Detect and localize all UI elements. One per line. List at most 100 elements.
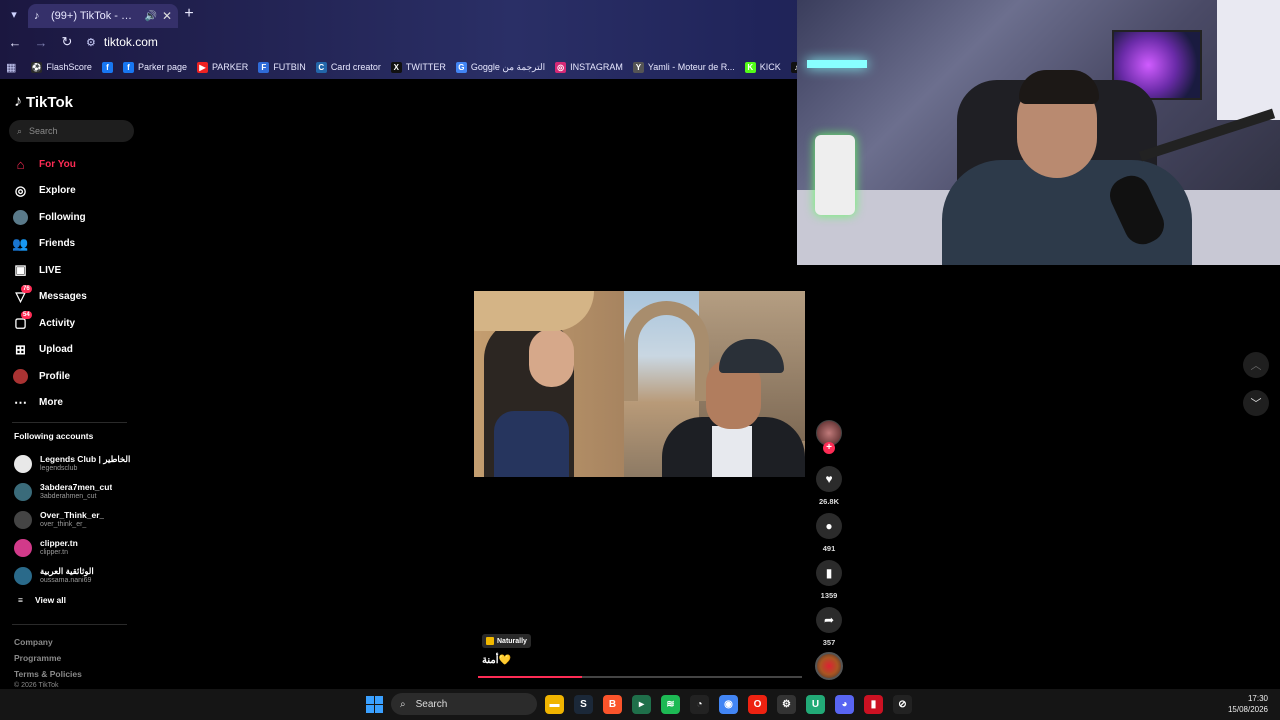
chrome-icon[interactable]: ◉: [719, 695, 738, 714]
new-tab-button[interactable]: +: [178, 5, 200, 23]
like-action[interactable]: ♥ 26.8K: [814, 466, 844, 506]
bookmark-item[interactable]: C Card creator: [311, 61, 386, 73]
nav-item-profile[interactable]: Profile: [12, 363, 137, 390]
previous-video-button[interactable]: ︿: [1243, 352, 1269, 378]
nav-item-messages[interactable]: ▽ 76 Messages: [12, 284, 137, 311]
start-button[interactable]: [366, 696, 383, 713]
bookmark-item[interactable]: X TWITTER: [386, 61, 451, 73]
search-icon: ⌕: [17, 125, 23, 136]
url-field[interactable]: ⚙ tiktok.com: [86, 35, 158, 49]
app-red-icon[interactable]: ▮: [864, 695, 883, 714]
steam-icon[interactable]: S: [574, 695, 593, 714]
bookmark-item[interactable]: f: [97, 61, 118, 73]
comment-count: 491: [822, 544, 836, 553]
apps-grid-icon[interactable]: ▦: [6, 61, 26, 74]
brave-icon[interactable]: B: [603, 695, 622, 714]
tab-search-icon[interactable]: ▾: [0, 8, 28, 21]
comment-action[interactable]: ● 491: [814, 513, 844, 553]
search-icon: ⌕: [400, 698, 406, 710]
file-explorer-icon[interactable]: ▬: [545, 695, 564, 714]
tiktok-logo[interactable]: ♪ TikTok: [14, 93, 73, 111]
bookmark-item[interactable]: ⚽ FlashScore: [26, 61, 97, 73]
bookmark-item[interactable]: f Parker page: [118, 61, 192, 73]
account-name: 3abdera7men_cut: [40, 482, 113, 492]
bookmark-item[interactable]: ◎ INSTAGRAM: [550, 61, 628, 73]
following-account-item[interactable]: Legends Club | الخاطير legendsclub: [14, 450, 139, 478]
footer-link[interactable]: Company: [14, 634, 82, 650]
opera-icon[interactable]: O: [748, 695, 767, 714]
bookmark-item[interactable]: Y Yamli - Moteur de R...: [628, 61, 740, 73]
discord-icon[interactable]: ◕: [835, 695, 854, 714]
bookmark-item[interactable]: ▶ PARKER: [192, 61, 253, 73]
copyright: © 2026 TikTok: [14, 682, 59, 689]
search-input[interactable]: ⌕ Search: [9, 120, 134, 142]
nav-item-more[interactable]: ⋯ More: [12, 390, 137, 417]
close-tab-icon[interactable]: ✕: [162, 9, 172, 23]
next-video-button[interactable]: ﹀: [1243, 390, 1269, 416]
app-green-icon[interactable]: ▸: [632, 695, 651, 714]
bookmark-item[interactable]: G Goggle الترجمة من: [451, 61, 550, 73]
footer-link[interactable]: Terms & Policies: [14, 666, 82, 682]
sidebar: ♪ TikTok ⌕ Search ⌂ For You ◎ Explore Follow…: [0, 79, 145, 689]
nav-item-following[interactable]: Following: [12, 204, 137, 231]
share-icon[interactable]: ➦: [816, 607, 842, 633]
back-button[interactable]: ←: [8, 35, 22, 50]
kick-icon: K: [744, 61, 756, 73]
browser-tab[interactable]: ♪ (99+) TikTok - Make Your Day 🔊 ✕: [28, 4, 178, 28]
speedometer-icon[interactable]: ◔: [690, 695, 709, 714]
nav-item-for-you[interactable]: ⌂ For You: [12, 151, 137, 178]
spotify-icon[interactable]: ≋: [661, 695, 680, 714]
windows-logo-tile: [375, 696, 383, 704]
comment-icon[interactable]: ●: [816, 513, 842, 539]
compass-icon: ◎: [14, 182, 27, 198]
bookmark-action[interactable]: ▮ 1359: [814, 560, 844, 600]
forward-button[interactable]: →: [34, 35, 48, 50]
main-nav: ⌂ For You ◎ Explore Following 👥 Friends ▣ LIVE ▽ 7…: [12, 151, 137, 416]
bookmark-item[interactable]: F FUTBIN: [253, 61, 311, 73]
app-u-icon[interactable]: U: [806, 695, 825, 714]
following-account-item[interactable]: 3abdera7men_cut 3abderahmen_cut: [14, 478, 139, 506]
site-info-icon[interactable]: ⚙: [86, 36, 96, 49]
effect-tag[interactable]: Naturally: [482, 634, 531, 648]
bookmark-item[interactable]: ♪Tiktok: [786, 61, 797, 73]
nav-item-upload[interactable]: ⊞ Upload: [12, 337, 137, 364]
footer-link[interactable]: Programme: [14, 650, 82, 666]
nav-label: Messages: [39, 291, 87, 303]
video-progress[interactable]: [478, 676, 802, 678]
nav-item-activity[interactable]: ▢ 54 Activity: [12, 310, 137, 337]
nav-item-explore[interactable]: ◎ Explore: [12, 178, 137, 205]
following-account-item[interactable]: الوثائقية العربية oussama.nani69: [14, 562, 139, 590]
share-action[interactable]: ➦ 357: [814, 607, 844, 647]
follow-plus-icon[interactable]: +: [823, 442, 835, 454]
chevron-up-icon: ︿: [1250, 360, 1262, 372]
video-player[interactable]: [474, 291, 805, 477]
following-account-item[interactable]: Over_Think_er_ over_think_er_: [14, 506, 139, 534]
taskbar-apps: ▬ S B ▸ ≋ ◔ ◉ O ⚙ U ◕ ▮ ⊘: [545, 695, 912, 714]
bookmark-item[interactable]: K KICK: [740, 61, 786, 73]
taskbar: ⌕ Search ▬ S B ▸ ≋ ◔ ◉ O ⚙ U ◕ ▮ ⊘ 17:30 15/08/2026: [0, 689, 1280, 720]
account-avatar: [14, 567, 32, 585]
view-all-label: View all: [34, 595, 66, 605]
notification-badge: 76: [21, 284, 32, 293]
bookmark-icon[interactable]: ▮: [816, 560, 842, 586]
logo-text: TikTok: [26, 93, 73, 111]
view-all-button[interactable]: ≡ View all: [18, 595, 66, 605]
taskbar-search[interactable]: ⌕ Search: [391, 693, 537, 715]
reload-button[interactable]: ↻: [60, 34, 74, 50]
tag-label: Naturally: [497, 637, 527, 645]
system-clock[interactable]: 17:30 15/08/2026: [1228, 693, 1268, 715]
more-icon: ⋯: [14, 394, 27, 410]
nav-item-live[interactable]: ▣ LIVE: [12, 257, 137, 284]
following-account-item[interactable]: clipper.tn clipper.tn: [14, 534, 139, 562]
settings-icon[interactable]: ⚙: [777, 695, 796, 714]
nav-item-friends[interactable]: 👥 Friends: [12, 231, 137, 258]
yamli-icon: Y: [632, 61, 644, 73]
account-name: Legends Club | الخاطير: [40, 454, 131, 464]
account-name: clipper.tn: [40, 538, 78, 548]
music-disc-avatar[interactable]: [815, 652, 843, 680]
account-name: الوثائقية العربية: [40, 566, 94, 576]
heart-icon[interactable]: ♥: [816, 466, 842, 492]
speaker-icon[interactable]: 🔊: [144, 11, 156, 22]
app-dark-icon[interactable]: ⊘: [893, 695, 912, 714]
account-handle: oussama.nani69: [40, 577, 92, 584]
